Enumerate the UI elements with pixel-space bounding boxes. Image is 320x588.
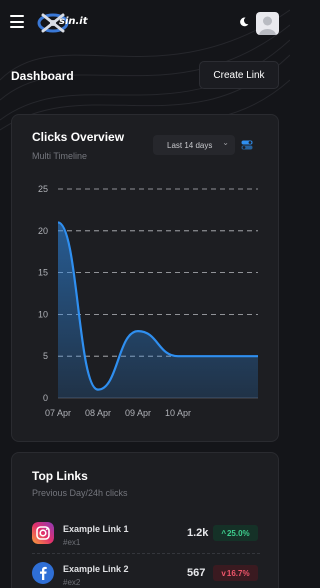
y-tick-label: 15 xyxy=(38,268,48,278)
page-title: Dashboard xyxy=(11,69,74,83)
y-tick-label: 10 xyxy=(38,309,48,319)
change-value: 25.0% xyxy=(226,528,250,538)
moon-icon[interactable] xyxy=(239,17,249,27)
link-row[interactable]: Example Link 1 #ex1 1.2k ^ 25.0% xyxy=(32,522,260,562)
instagram-icon xyxy=(32,522,54,544)
link-count: 1.2k xyxy=(187,527,209,539)
clicks-overview-card: Clicks Overview Multi Timeline Last 14 d… xyxy=(11,114,279,442)
x-tick-label: 10 Apr xyxy=(165,408,191,418)
link-tag: #ex1 xyxy=(63,538,81,547)
menu-icon[interactable] xyxy=(10,15,24,28)
top-bar: sin.it xyxy=(0,0,290,46)
change-badge: ^ 25.0% xyxy=(213,525,258,541)
create-link-button[interactable]: Create Link xyxy=(199,61,279,89)
user-avatar-icon[interactable] xyxy=(256,12,279,35)
row-divider xyxy=(32,553,260,554)
y-tick-label: 25 xyxy=(38,184,48,194)
change-badge: v 16.7% xyxy=(213,565,258,581)
card-title: Top Links xyxy=(32,469,88,483)
card-subtitle: Previous Day/24h clicks xyxy=(32,488,128,498)
top-links-card: Top Links Previous Day/24h clicks Exampl… xyxy=(11,452,279,588)
y-tick-label: 5 xyxy=(43,351,48,361)
link-tag: #ex2 xyxy=(63,578,81,587)
link-count: 567 xyxy=(187,567,206,579)
link-name: Example Link 1 xyxy=(63,524,129,534)
clicks-chart: 0 5 10 15 20 25 07 Apr 08 Apr 09 Apr 10 Apr xyxy=(38,184,258,418)
facebook-icon xyxy=(32,562,54,584)
y-tick-label: 0 xyxy=(43,393,48,403)
arrow-down-icon: v xyxy=(221,568,226,578)
x-tick-label: 07 Apr xyxy=(45,408,71,418)
arrow-up-icon: ^ xyxy=(221,528,226,538)
change-value: 16.7% xyxy=(226,568,250,578)
x-tick-label: 09 Apr xyxy=(125,408,151,418)
y-tick-label: 20 xyxy=(38,226,48,236)
link-row[interactable]: Example Link 2 #ex2 567 v 16.7% xyxy=(32,562,260,588)
logo-text: sin.it xyxy=(59,16,88,27)
x-tick-label: 08 Apr xyxy=(85,408,111,418)
link-name: Example Link 2 xyxy=(63,564,129,574)
